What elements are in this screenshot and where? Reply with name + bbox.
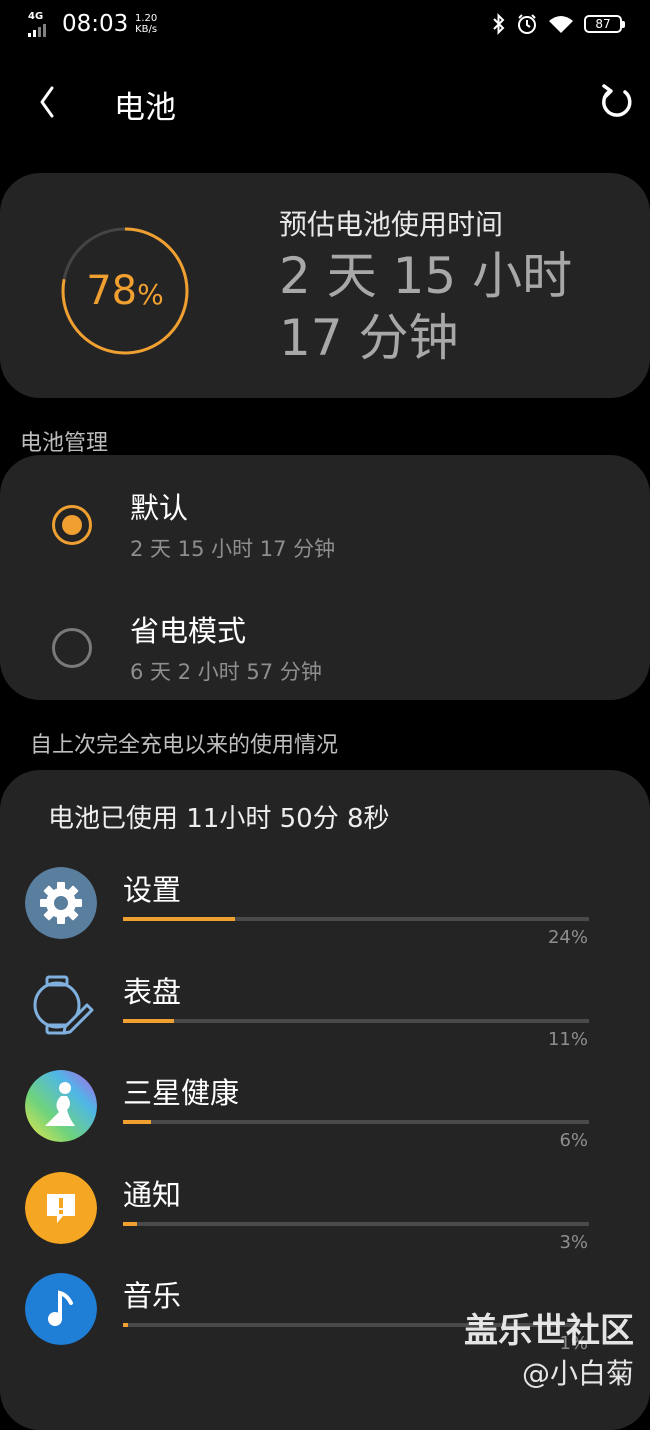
battery-percent-sign: % <box>137 277 164 311</box>
network-type: 4G <box>28 11 44 22</box>
speed-value: 1.20 <box>135 13 158 24</box>
speed-unit: KB/s <box>135 24 158 35</box>
app-row-watchface[interactable]: 表盘 11% <box>0 969 650 1071</box>
bluetooth-icon <box>493 13 505 35</box>
usage-bar-fill <box>123 1019 175 1023</box>
radio-selected-icon[interactable] <box>52 505 92 545</box>
battery-management-header: 电池管理 <box>20 431 109 456</box>
mode-option-power-saving[interactable]: 省电模式 6 天 2 小时 57 分钟 <box>0 598 650 708</box>
usage-bar-fill <box>123 1323 128 1327</box>
usage-percent: 24% <box>547 927 588 948</box>
mode-name: 默认 <box>130 491 189 525</box>
app-name: 表盘 <box>123 975 182 1009</box>
battery-management-card: 默认 2 天 15 小时 17 分钟 省电模式 6 天 2 小时 57 分钟 <box>0 455 650 700</box>
usage-percent: 11% <box>547 1029 588 1050</box>
usage-total: 电池已使用 11小时 50分 8秒 <box>48 804 390 834</box>
mode-time: 6 天 2 小时 57 分钟 <box>130 660 322 684</box>
status-icons: 87 <box>492 13 625 35</box>
app-name: 音乐 <box>123 1279 182 1313</box>
wifi-icon <box>549 16 573 33</box>
estimate-value: 2 天 15 小时 17 分钟 <box>279 247 573 367</box>
battery-indicator: 87 <box>584 15 625 33</box>
status-time: 08:03 <box>62 11 129 37</box>
usage-bar-fill <box>123 1120 151 1124</box>
watermark-author: @小白菊 <box>521 1357 634 1390</box>
gear-icon <box>25 867 97 939</box>
app-row-settings[interactable]: 设置 24% <box>0 867 650 969</box>
mode-time: 2 天 15 小时 17 分钟 <box>130 537 336 561</box>
app-row-samsung-health[interactable]: 三星健康 6% <box>0 1070 650 1172</box>
app-name: 设置 <box>123 873 182 907</box>
watchface-edit-icon <box>25 969 97 1041</box>
usage-percent: 6% <box>559 1130 588 1151</box>
app-name: 三星健康 <box>123 1076 240 1110</box>
music-note-icon <box>25 1273 97 1345</box>
battery-percent: 78% <box>58 224 192 358</box>
usage-bar-fill <box>123 1222 137 1226</box>
watermark-title: 盖乐世社区 <box>464 1311 634 1351</box>
status-bar: 4G 08:03 1.20 KB/s 87 <box>0 0 650 52</box>
app-row-notifications[interactable]: 通知 3% <box>0 1172 650 1274</box>
mode-name: 省电模式 <box>130 614 247 648</box>
usage-bar <box>123 1222 589 1226</box>
usage-bar <box>123 1120 589 1124</box>
battery-percent-value: 78 <box>86 268 138 314</box>
network-speed: 1.20 KB/s <box>135 13 157 35</box>
mode-option-default[interactable]: 默认 2 天 15 小时 17 分钟 <box>0 475 650 585</box>
chevron-left-icon <box>40 86 54 118</box>
refresh-button[interactable] <box>594 80 638 124</box>
usage-bar-fill <box>123 917 235 921</box>
usage-bar <box>123 917 589 921</box>
alarm-icon <box>518 14 536 34</box>
battery-estimate-card: 78% 预估电池使用时间 2 天 15 小时 17 分钟 <box>0 173 650 398</box>
usage-bar <box>123 1019 589 1023</box>
notification-icon <box>25 1172 97 1244</box>
health-icon <box>25 1070 97 1142</box>
back-button[interactable] <box>30 80 66 124</box>
estimate-label: 预估电池使用时间 <box>279 208 504 241</box>
page-title: 电池 <box>114 90 176 126</box>
app-name: 通知 <box>123 1178 182 1212</box>
app-bar: 电池 <box>0 72 650 132</box>
radio-unselected-icon[interactable] <box>52 628 92 668</box>
refresh-icon <box>602 84 632 117</box>
usage-header: 自上次完全充电以来的使用情况 <box>30 733 339 758</box>
signal-icon <box>28 24 46 37</box>
usage-percent: 3% <box>559 1232 588 1253</box>
